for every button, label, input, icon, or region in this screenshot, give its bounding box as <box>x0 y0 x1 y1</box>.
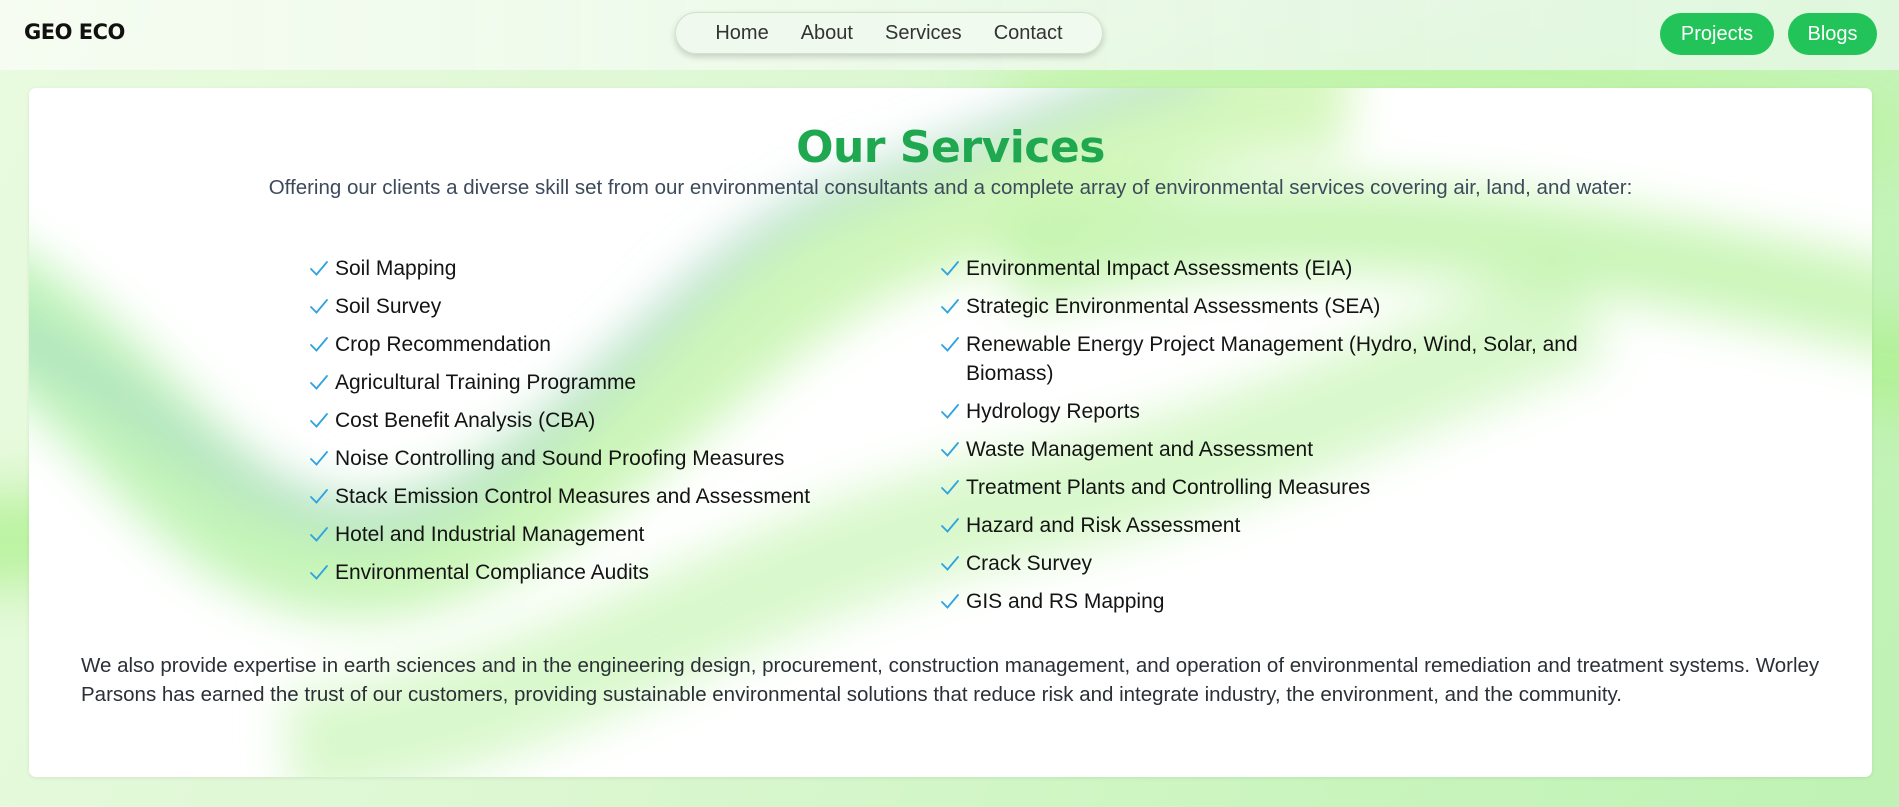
service-label: Crack Survey <box>966 552 1093 575</box>
list-item: Environmental Compliance Audits <box>309 558 869 587</box>
list-item: Hydrology Reports <box>940 397 1600 426</box>
services-description: We also provide expertise in earth scien… <box>81 654 1820 706</box>
check-icon <box>310 489 328 504</box>
site-header: GEO ECO Home About Services Contact Proj… <box>0 0 1899 70</box>
service-label: Environmental Impact Assessments (EIA) <box>966 257 1353 280</box>
list-item: Environmental Impact Assessments (EIA) <box>940 254 1600 283</box>
list-item: Hotel and Industrial Management <box>309 520 869 549</box>
list-item: Renewable Energy Project Management (Hyd… <box>940 330 1600 388</box>
check-icon <box>310 413 328 428</box>
service-label: Hazard and Risk Assessment <box>966 514 1241 537</box>
brand-logo[interactable]: GEO ECO <box>24 20 125 44</box>
list-item: Soil Survey <box>309 292 869 321</box>
services-card: Our Services Offering our clients a dive… <box>29 88 1872 777</box>
list-item: Soil Mapping <box>309 254 869 283</box>
service-label: GIS and RS Mapping <box>966 590 1165 613</box>
list-item: Strategic Environmental Assessments (SEA… <box>940 292 1600 321</box>
check-icon <box>941 261 959 276</box>
check-icon <box>310 375 328 390</box>
projects-button[interactable]: Projects <box>1660 13 1774 55</box>
check-icon <box>310 565 328 580</box>
page-title: Our Services <box>796 122 1105 173</box>
service-label: Renewable Energy Project Management (Hyd… <box>966 333 1578 385</box>
check-icon <box>310 451 328 466</box>
service-label: Noise Controlling and Sound Proofing Mea… <box>335 447 785 470</box>
check-icon <box>310 527 328 542</box>
check-icon <box>310 261 328 276</box>
service-label: Crop Recommendation <box>335 333 551 356</box>
service-label: Soil Mapping <box>335 257 457 280</box>
list-item: Cost Benefit Analysis (CBA) <box>309 406 869 435</box>
list-item: Hazard and Risk Assessment <box>940 511 1600 540</box>
service-label: Environmental Compliance Audits <box>335 561 649 584</box>
check-icon <box>941 556 959 571</box>
list-item: GIS and RS Mapping <box>940 587 1600 616</box>
blogs-button[interactable]: Blogs <box>1788 13 1877 55</box>
list-item: Agricultural Training Programme <box>309 368 869 397</box>
list-item: Treatment Plants and Controlling Measure… <box>940 473 1600 502</box>
service-list-right: Environmental Impact Assessments (EIA) S… <box>940 254 1600 625</box>
nav-contact[interactable]: Contact <box>994 22 1063 45</box>
service-label: Stack Emission Control Measures and Asse… <box>335 485 811 508</box>
check-icon <box>941 337 959 352</box>
nav-home[interactable]: Home <box>715 22 768 45</box>
card-content: Our Services Offering our clients a dive… <box>29 88 1872 777</box>
list-item: Stack Emission Control Measures and Asse… <box>309 482 869 511</box>
check-icon <box>941 518 959 533</box>
list-item: Noise Controlling and Sound Proofing Mea… <box>309 444 869 473</box>
nav-about[interactable]: About <box>801 22 853 45</box>
service-label: Cost Benefit Analysis (CBA) <box>335 409 596 432</box>
service-list-left: Soil Mapping Soil Survey Crop Recommenda… <box>309 254 869 596</box>
list-item: Crack Survey <box>940 549 1600 578</box>
service-label: Waste Management and Assessment <box>966 438 1314 461</box>
service-label: Agricultural Training Programme <box>335 371 637 394</box>
nav-services[interactable]: Services <box>885 22 962 45</box>
check-icon <box>941 480 959 495</box>
check-icon <box>941 594 959 609</box>
service-label: Soil Survey <box>335 295 442 318</box>
check-icon <box>310 299 328 314</box>
list-item: Crop Recommendation <box>309 330 869 359</box>
list-item: Waste Management and Assessment <box>940 435 1600 464</box>
service-label: Hotel and Industrial Management <box>335 523 645 546</box>
check-icon <box>310 337 328 352</box>
service-label: Hydrology Reports <box>966 400 1140 423</box>
main-nav: Home About Services Contact <box>675 12 1103 54</box>
service-label: Treatment Plants and Controlling Measure… <box>966 476 1371 499</box>
check-icon <box>941 299 959 314</box>
check-icon <box>941 404 959 419</box>
check-icon <box>941 442 959 457</box>
service-label: Strategic Environmental Assessments (SEA… <box>966 295 1381 318</box>
services-subtitle: Offering our clients a diverse skill set… <box>268 176 1633 199</box>
